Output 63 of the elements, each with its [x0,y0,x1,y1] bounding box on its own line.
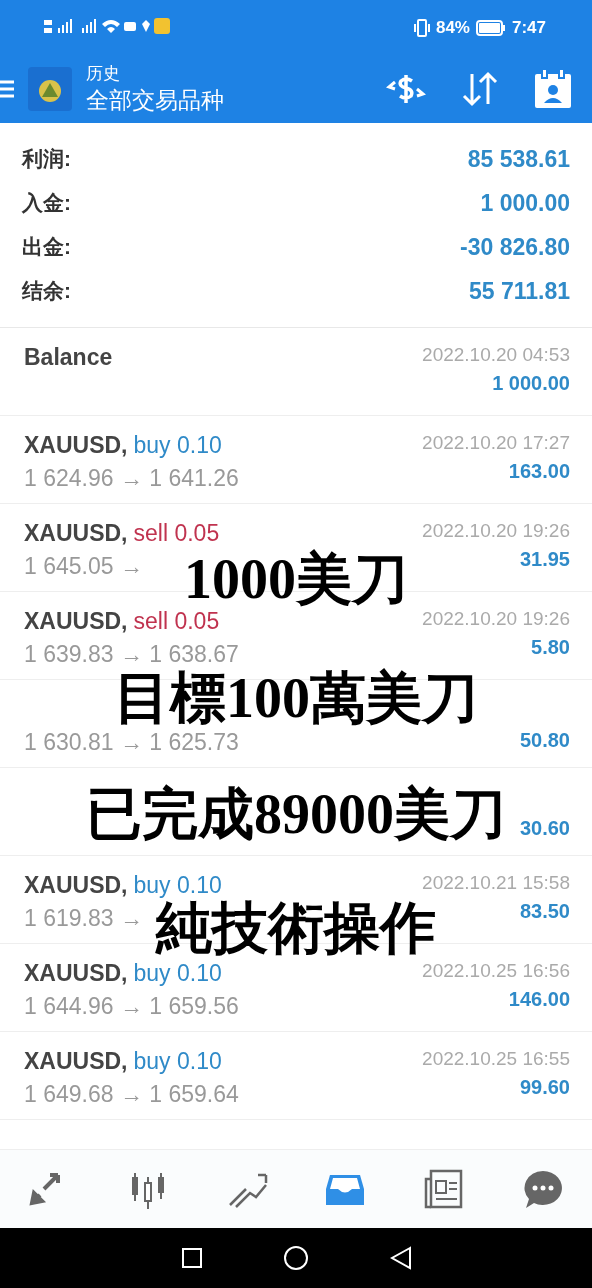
screen-title: 历史 [86,63,121,85]
deal-profit: 146.00 [508,988,570,1011]
currency-exchange-icon[interactable] [386,72,426,106]
deal-profit: 99.60 [519,1076,570,1099]
summary-label: 利润: [22,146,71,172]
menu-icon[interactable] [0,79,14,99]
deal-time: 2022.10.20 19:26 [422,520,570,542]
caption-text: 已完成89000美刀 [86,786,506,842]
deal-prices: 1 639.83 → 1 638.67 [24,641,239,668]
deal-action: buy 0.10 [133,960,222,987]
deal-time: 2022.10.25 16:56 [422,960,570,982]
deal-time: 2022.10.20 19:26 [422,608,570,630]
summary-label: 结余: [22,278,71,304]
caption-text: 1000美刀 [184,551,408,607]
deal-prices: 1 644.96 → 1 659.56 [24,993,239,1020]
caption-text: 目標100萬美刀 [114,670,478,726]
deal-symbol: XAUUSD, [24,608,128,635]
deal-action: sell 0.05 [133,608,220,635]
chat-bubble-icon[interactable] [521,1169,564,1209]
deal-time: 2022.10.20 04:53 [422,344,570,366]
summary-value: 55 711.81 [468,277,570,305]
newspaper-icon[interactable] [422,1169,465,1209]
deal-profit: 83.50 [519,900,570,923]
deal-symbol: XAUUSD, [24,872,128,899]
symbol-filter[interactable]: 全部交易品种 [86,85,372,116]
deal-symbol: XAUUSD, [24,520,128,547]
deal-action: sell 0.05 [133,520,220,547]
recents-icon[interactable] [180,1247,203,1269]
battery-percent: 84% [435,17,470,38]
deal-symbol: XAUUSD, [24,960,128,987]
deal-prices: 1 649.68 → 1 659.64 [24,1081,239,1108]
deal-prices: 1 630.81 → 1 625.73 [24,729,239,756]
deal-time: 2022.10.25 16:55 [422,1048,570,1070]
vibrate-icon [413,18,430,37]
sort-icon[interactable] [460,71,500,107]
deal-symbol: XAUUSD, [24,1048,128,1075]
deal-time: 2022.10.21 15:58 [422,872,570,894]
app-logo-icon [28,67,72,111]
deal-action: buy 0.10 [133,1048,222,1075]
clock-time: 7:47 [511,17,546,38]
deal-profit: 30.60 [519,817,570,840]
summary-label: 入金: [22,190,71,216]
summary-value: 1 000.00 [480,189,570,217]
battery-icon [475,19,506,36]
deal-prices: 1 645.05 → [24,553,144,580]
home-icon[interactable] [283,1245,309,1271]
deal-symbol: XAUUSD, [24,432,128,459]
deal-profit: 50.80 [519,729,570,752]
deal-profit: 163.00 [508,460,570,483]
deal-profit: 1 000.00 [492,372,570,395]
deal-symbol: Balance [24,344,113,371]
deal-profit: 31.95 [519,548,570,571]
back-icon[interactable] [389,1246,412,1270]
summary-value: 85 538.61 [467,145,570,173]
deal-prices: 1 624.96 → 1 641.26 [24,465,239,492]
deal-time: 2022.10.20 17:27 [422,432,570,454]
caption-text: 純技術操作 [156,900,436,956]
summary-value: -30 826.80 [460,233,570,261]
deal-action: buy 0.10 [133,872,222,899]
summary-label: 出金: [22,234,71,260]
deal-action: buy 0.10 [133,432,222,459]
calendar-icon[interactable] [534,69,572,109]
deal-profit: 5.80 [531,636,570,659]
